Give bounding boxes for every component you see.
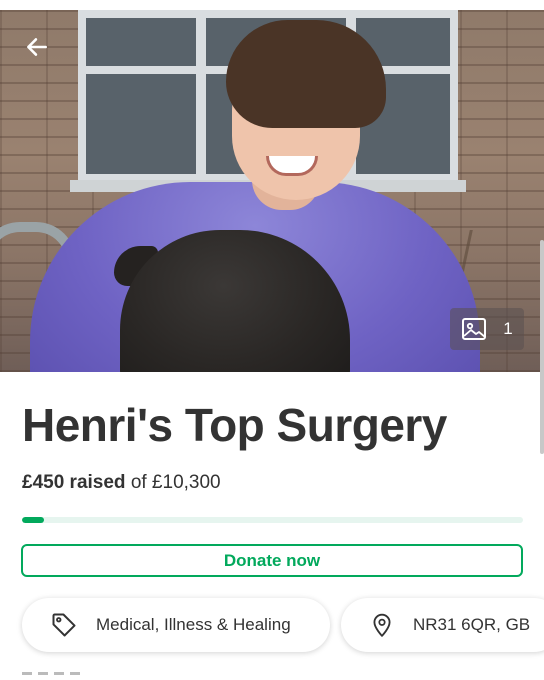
progress-fill — [22, 517, 44, 523]
location-pin-icon — [373, 613, 391, 637]
goal-text: of £10,300 — [130, 472, 221, 493]
photo-count: 1 — [503, 319, 513, 338]
scrollbar[interactable] — [540, 240, 544, 454]
category-chip[interactable]: Medical, Illness & Healing — [22, 598, 330, 652]
progress-bar — [22, 517, 523, 523]
donate-button[interactable]: Donate now — [21, 544, 523, 577]
tag-icon — [52, 613, 76, 637]
raised-amount: £450 raised — [22, 472, 126, 493]
arrow-left-icon — [27, 38, 47, 56]
image-icon — [462, 318, 487, 340]
next-section-peek — [22, 672, 222, 680]
campaign-title: Henri's Top Surgery — [22, 399, 447, 451]
raised-summary: £450 raised of £10,300 — [22, 472, 221, 494]
person-hair — [226, 20, 386, 128]
location-chip[interactable]: NR31 6QR, GB — [341, 598, 544, 652]
photo-count-badge[interactable]: 1 — [450, 308, 524, 350]
category-label: Medical, Illness & Healing — [96, 615, 291, 634]
back-button[interactable] — [20, 30, 54, 64]
location-label: NR31 6QR, GB — [413, 615, 531, 634]
